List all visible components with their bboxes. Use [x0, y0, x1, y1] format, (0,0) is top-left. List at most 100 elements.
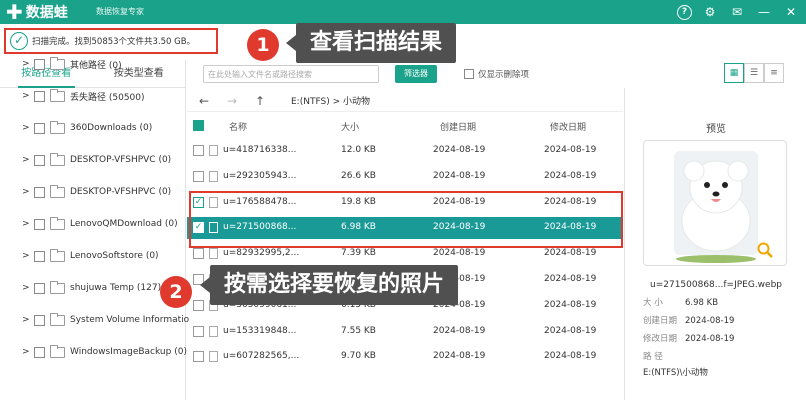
callout-number-1: 1	[247, 29, 279, 61]
folder-checkbox[interactable]	[34, 250, 45, 262]
file-modified: 2024-08-19	[544, 300, 597, 310]
table-row[interactable]: u=418716338... 12.0 KB 2024-08-19 2024-08-1…	[187, 140, 623, 162]
folder-checkbox[interactable]	[34, 58, 45, 70]
chevron-right-icon[interactable]: >	[22, 59, 32, 69]
folder-label: System Volume Informatio	[70, 315, 190, 325]
chevron-right-icon[interactable]: >	[22, 91, 32, 101]
chevron-right-icon[interactable]: >	[22, 283, 32, 293]
folder-checkbox[interactable]	[34, 90, 45, 102]
row-checkbox[interactable]	[193, 300, 204, 311]
sidebar-folder-item[interactable]: > LenovoQMDownload (0)	[22, 216, 178, 231]
chevron-right-icon[interactable]: >	[22, 251, 32, 261]
size-label: 大 小	[643, 298, 663, 308]
preview-created: 创建日期 2024-08-19	[643, 314, 734, 326]
list-view-button[interactable]: ☰	[744, 63, 764, 83]
window-controls: ? ⚙ ✉ — ✕	[677, 3, 800, 21]
row-checkbox[interactable]	[193, 248, 204, 259]
chevron-right-icon[interactable]: >	[22, 315, 32, 325]
row-checkbox[interactable]	[193, 326, 204, 337]
zoom-icon[interactable]	[757, 242, 773, 258]
file-name: u=82932995,2...	[223, 248, 300, 258]
minimize-button[interactable]: —	[755, 3, 773, 21]
file-modified: 2024-08-19	[544, 171, 597, 181]
file-name: u=292305943...	[223, 171, 297, 181]
folder-icon	[50, 120, 65, 134]
sidebar-folder-item[interactable]: >360Downloads (0)	[22, 120, 152, 135]
folder-icon	[50, 248, 65, 262]
callout-text-2: 按需选择要恢复的照片	[199, 265, 459, 305]
folder-checkbox[interactable]	[34, 218, 45, 230]
sidebar-folder-item[interactable]: > System Volume Informatio	[22, 312, 190, 327]
sidebar-folder-item[interactable]: > 其他路径 (0)	[22, 56, 122, 71]
help-button[interactable]: ?	[677, 4, 692, 20]
settings-button[interactable]: ⚙	[701, 3, 719, 21]
grid-view-button[interactable]: ▦	[724, 63, 744, 83]
folder-icon	[50, 88, 65, 102]
forward-arrow-icon[interactable]: →	[221, 94, 243, 108]
file-created: 2024-08-19	[433, 145, 486, 155]
sidebar-folder-item[interactable]: > DESKTOP-VFSHPVC (0)	[22, 152, 171, 167]
file-size: 7.39 KB	[341, 248, 376, 258]
scan-status-text: 扫描完成。找到50853个文件共3.50 GB。	[32, 37, 196, 47]
back-arrow-icon[interactable]: ←	[193, 94, 215, 108]
row-checkbox[interactable]	[193, 145, 204, 156]
column-modified[interactable]: 修改日期	[550, 120, 586, 133]
column-created[interactable]: 创建日期	[440, 120, 476, 133]
file-icon	[209, 326, 218, 337]
detail-view-button[interactable]: ≡	[764, 63, 784, 83]
scan-status: ✓ 扫描完成。找到50853个文件共3.50 GB。	[4, 28, 218, 54]
sidebar-folder-item[interactable]: > LenovoSoftstore (0)	[22, 248, 159, 263]
folder-label: 其他路径 (0)	[70, 60, 122, 71]
path-label: 路 径	[643, 352, 663, 362]
created-value: 2024-08-19	[685, 316, 735, 326]
chevron-right-icon[interactable]: >	[22, 187, 32, 197]
preview-title: 预览	[706, 124, 726, 135]
row-checkbox[interactable]	[193, 171, 204, 182]
select-all-checkbox[interactable]	[193, 120, 204, 131]
file-modified: 2024-08-19	[544, 274, 597, 284]
callout-number-2: 2	[160, 276, 192, 308]
chevron-right-icon[interactable]: >	[22, 347, 32, 357]
plus-logo-icon: ✚	[6, 0, 23, 24]
folder-checkbox[interactable]	[34, 154, 45, 166]
folder-checkbox[interactable]	[34, 186, 45, 198]
app-logo: ✚ 数据蛙	[6, 2, 68, 22]
file-icon	[209, 351, 218, 362]
chevron-right-icon[interactable]: >	[22, 123, 32, 133]
table-row[interactable]: u=292305943... 26.6 KB 2024-08-19 2024-08-1…	[187, 166, 623, 188]
row-checkbox[interactable]	[193, 351, 204, 362]
folder-icon	[50, 312, 65, 326]
table-row[interactable]: u=153319848... 7.55 KB 2024-08-19 2024-08-1…	[187, 321, 623, 343]
folder-checkbox[interactable]	[34, 122, 45, 134]
table-row[interactable]: u=607282565,... 9.70 KB 2024-08-19 2024-08-…	[187, 346, 623, 368]
file-icon	[209, 171, 218, 182]
column-name[interactable]: 名称	[229, 120, 247, 133]
column-size[interactable]: 大小	[341, 120, 359, 133]
sidebar-folder-item[interactable]: > shujuwa Temp (127)	[22, 280, 161, 295]
callout-text-1: 查看扫描结果	[285, 23, 457, 63]
chevron-right-icon[interactable]: >	[22, 219, 32, 229]
mail-button[interactable]: ✉	[728, 3, 746, 21]
folder-label: LenovoSoftstore (0)	[70, 251, 159, 261]
folder-label: WindowsImageBackup (0)	[70, 347, 187, 357]
folder-checkbox[interactable]	[34, 314, 45, 326]
sidebar-folder-item[interactable]: > 丢失路径 (50500)	[22, 88, 145, 103]
file-icon	[209, 248, 218, 259]
table-header: 名称 大小 创建日期 修改日期	[187, 116, 623, 136]
file-size: 12.0 KB	[341, 145, 376, 155]
chevron-right-icon[interactable]: >	[22, 155, 32, 165]
folder-icon	[50, 184, 65, 198]
sidebar-folder-item[interactable]: > WindowsImageBackup (0)	[22, 344, 187, 359]
file-modified: 2024-08-19	[544, 351, 597, 361]
preview-panel: 预览 u=271500868...f=JPEG.webp 大 小 6.98 KB …	[624, 88, 806, 400]
highlight-box-selected-rows	[189, 191, 623, 248]
file-created: 2024-08-19	[433, 248, 486, 258]
close-button[interactable]: ✕	[782, 3, 800, 21]
folder-checkbox[interactable]	[34, 282, 45, 294]
folder-checkbox[interactable]	[34, 346, 45, 358]
up-arrow-icon[interactable]: ↑	[249, 94, 271, 108]
file-modified: 2024-08-19	[544, 248, 597, 258]
file-icon	[209, 145, 218, 156]
folder-icon	[50, 280, 65, 294]
sidebar-folder-item[interactable]: > DESKTOP-VFSHPVC (0)	[22, 184, 171, 199]
